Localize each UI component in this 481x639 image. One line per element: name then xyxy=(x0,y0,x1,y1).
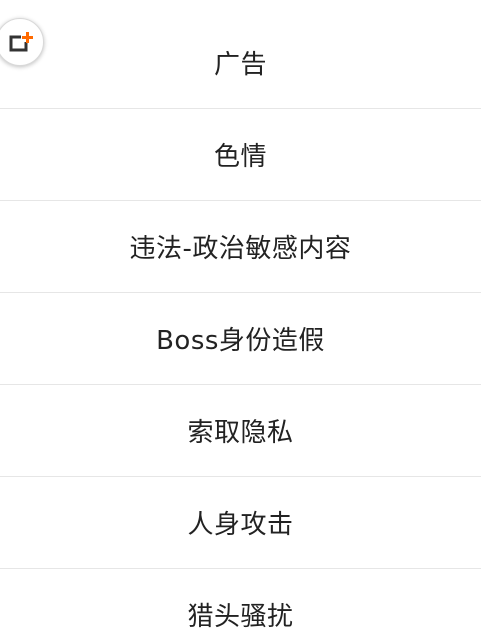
report-reason-label: 违法-政治敏感内容 xyxy=(129,233,352,264)
report-reason-label: Boss身份造假 xyxy=(156,325,325,356)
report-reason-label: 广告 xyxy=(213,49,267,80)
report-reason-item[interactable]: 人身攻击 xyxy=(0,477,481,569)
report-reason-list: 广告 色情 违法-政治敏感内容 Boss身份造假 索取隐私 人身攻击 猎头骚扰 xyxy=(0,17,481,639)
report-reason-item[interactable]: 猎头骚扰 xyxy=(0,569,481,639)
report-reason-label: 色情 xyxy=(213,141,267,172)
report-reason-label: 人身攻击 xyxy=(187,509,294,540)
report-reason-label: 猎头骚扰 xyxy=(187,602,294,632)
report-reason-label: 索取隐私 xyxy=(187,417,294,448)
report-reason-item[interactable]: 广告 xyxy=(0,17,481,109)
top-edge xyxy=(0,0,481,17)
add-frame-icon xyxy=(4,30,36,54)
report-reason-item[interactable]: 违法-政治敏感内容 xyxy=(0,201,481,293)
report-reason-item[interactable]: Boss身份造假 xyxy=(0,293,481,385)
report-reason-item[interactable]: 色情 xyxy=(0,109,481,201)
report-reason-item[interactable]: 索取隐私 xyxy=(0,385,481,477)
